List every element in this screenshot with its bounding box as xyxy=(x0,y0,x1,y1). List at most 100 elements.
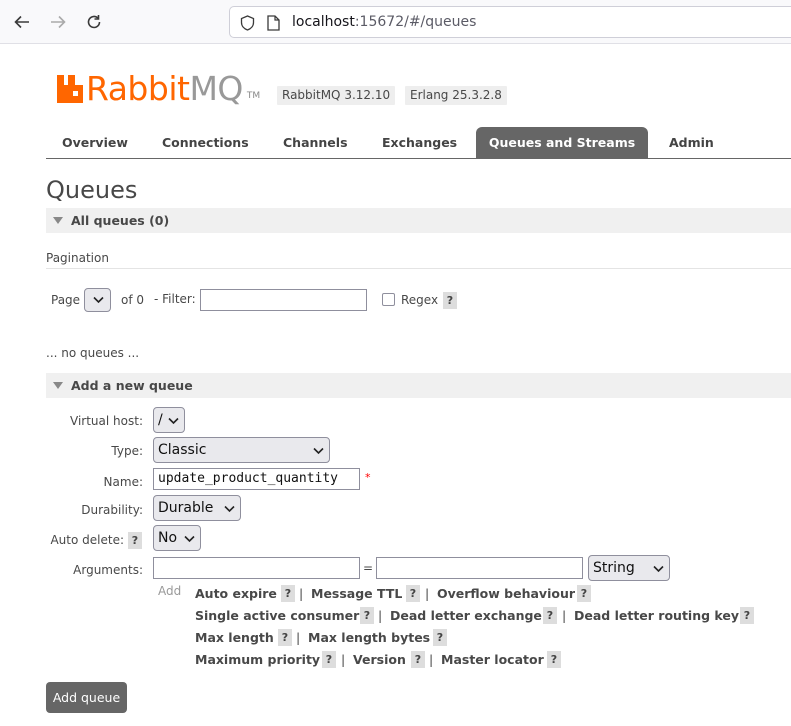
add-queue-section-toggle[interactable]: Add a new queue xyxy=(46,373,791,398)
argument-type-select[interactable]: String xyxy=(588,555,670,581)
collapse-triangle-icon xyxy=(53,382,63,389)
tab-queues-and-streams[interactable]: Queues and Streams xyxy=(476,127,648,158)
pagination-label: Pagination xyxy=(46,251,109,265)
tab-admin[interactable]: Admin xyxy=(654,127,729,158)
reload-icon xyxy=(87,15,101,29)
argument-value-input[interactable] xyxy=(376,557,583,579)
tab-exchanges[interactable]: Exchanges xyxy=(367,127,472,158)
rabbitmq-version-badge: RabbitMQ 3.12.10 xyxy=(277,86,396,105)
rabbit-logo-icon xyxy=(57,75,83,103)
arg-link-message-ttl[interactable]: Message TTL xyxy=(311,586,402,601)
dead-letter-exchange-help-button[interactable]: ? xyxy=(543,607,557,624)
master-locator-help-button[interactable]: ? xyxy=(547,651,561,668)
back-arrow-icon xyxy=(14,15,29,29)
collapse-triangle-icon xyxy=(53,217,63,224)
filter-input[interactable] xyxy=(200,289,367,311)
arg-link-maximum-priority[interactable]: Maximum priority xyxy=(195,652,320,667)
separator: | xyxy=(299,586,304,601)
tab-overview[interactable]: Overview xyxy=(47,127,143,158)
logo-wordmark: RabbitMQ xyxy=(86,72,243,105)
tab-connections[interactable]: Connections xyxy=(147,127,264,158)
auto-delete-help-button[interactable]: ? xyxy=(128,532,142,549)
separator: | xyxy=(429,652,434,667)
auto-delete-select[interactable]: No xyxy=(153,525,201,551)
required-mark: * xyxy=(365,471,371,484)
max-length-help-button[interactable]: ? xyxy=(278,629,292,646)
type-label: Type: xyxy=(111,444,143,458)
name-label: Name: xyxy=(103,475,143,489)
version-help-button[interactable]: ? xyxy=(411,651,425,668)
back-button[interactable] xyxy=(10,10,34,34)
single-active-consumer-help-button[interactable]: ? xyxy=(360,607,374,624)
max-length-bytes-help-button[interactable]: ? xyxy=(433,629,447,646)
add-queue-button[interactable]: Add queue xyxy=(46,682,127,713)
all-queues-section-toggle[interactable]: All queues (0) xyxy=(46,208,791,233)
type-select[interactable]: Classic xyxy=(153,437,330,463)
arg-link-auto-expire[interactable]: Auto expire xyxy=(195,586,277,601)
logo-rabbit-text: Rabbit xyxy=(86,69,190,108)
url-host: localhost xyxy=(292,14,355,30)
arguments-label: Arguments: xyxy=(73,563,143,577)
page-select[interactable] xyxy=(84,288,111,312)
filter-label: - Filter: xyxy=(154,292,196,306)
arg-link-max-length[interactable]: Max length xyxy=(195,630,274,645)
arg-link-single-active-consumer[interactable]: Single active consumer xyxy=(195,608,359,623)
regex-label: Regex xyxy=(401,293,439,307)
main-nav-tabs: Overview Connections Channels Exchanges … xyxy=(46,127,791,159)
argument-key-input[interactable] xyxy=(153,557,360,579)
chevron-down-icon xyxy=(93,296,104,304)
arg-link-overflow-behaviour[interactable]: Overflow behaviour xyxy=(437,586,575,601)
durability-label: Durability: xyxy=(81,503,143,517)
arg-link-dead-letter-routing-key[interactable]: Dead letter routing key xyxy=(574,608,739,623)
arg-link-max-length-bytes[interactable]: Max length bytes xyxy=(308,630,430,645)
auto-delete-label: Auto delete: xyxy=(50,533,124,547)
rabbitmq-logo[interactable]: RabbitMQ TM xyxy=(57,69,260,105)
browser-toolbar: localhost:15672/#/queues xyxy=(0,0,791,44)
regex-checkbox[interactable] xyxy=(382,293,395,306)
auto-delete-value: No xyxy=(158,530,178,546)
virtual-host-value: / xyxy=(158,412,163,428)
reload-button[interactable] xyxy=(82,10,106,34)
overflow-behaviour-help-button[interactable]: ? xyxy=(577,585,591,602)
page-of-label: of 0 xyxy=(121,293,145,307)
forward-button[interactable] xyxy=(46,10,70,34)
dead-letter-routing-key-help-button[interactable]: ? xyxy=(740,607,754,624)
separator: | xyxy=(562,608,567,623)
durability-value: Durable xyxy=(158,500,214,516)
chevron-down-icon xyxy=(184,535,195,543)
add-queue-header: Add a new queue xyxy=(71,378,193,393)
message-ttl-help-button[interactable]: ? xyxy=(406,585,420,602)
argument-equals: = xyxy=(363,561,374,575)
address-bar[interactable]: localhost:15672/#/queues xyxy=(229,6,791,38)
virtual-host-select[interactable]: / xyxy=(153,407,185,433)
erlang-version-badge: Erlang 25.3.2.8 xyxy=(405,86,507,105)
durability-select[interactable]: Durable xyxy=(153,495,241,521)
arg-link-dead-letter-exchange[interactable]: Dead letter exchange xyxy=(390,608,542,623)
logo-trademark: TM xyxy=(246,91,261,101)
arg-link-master-locator[interactable]: Master locator xyxy=(441,652,544,667)
chevron-down-icon xyxy=(313,447,324,455)
virtual-host-label: Virtual host: xyxy=(70,414,143,428)
chevron-down-icon xyxy=(224,505,235,513)
page-label: Page xyxy=(51,293,81,307)
argument-type-value: String xyxy=(593,560,635,576)
pagination-divider xyxy=(46,268,791,269)
forward-arrow-icon xyxy=(51,15,66,29)
logo-mq-text: MQ xyxy=(189,69,243,108)
page-icon xyxy=(267,15,280,31)
separator: | xyxy=(425,586,430,601)
auto-expire-help-button[interactable]: ? xyxy=(281,585,295,602)
regex-help-button[interactable]: ? xyxy=(443,292,457,309)
add-argument-label: Add xyxy=(158,584,182,598)
queue-name-input[interactable]: update_product_quantity xyxy=(153,468,360,490)
url-text: localhost:15672/#/queues xyxy=(292,14,476,30)
url-path: :15672/#/queues xyxy=(354,14,477,30)
arg-link-version[interactable]: Version xyxy=(353,652,406,667)
separator: | xyxy=(378,608,383,623)
no-queues-text: ... no queues ... xyxy=(46,346,140,360)
maximum-priority-help-button[interactable]: ? xyxy=(322,651,336,668)
shield-icon xyxy=(240,15,255,31)
tab-channels[interactable]: Channels xyxy=(268,127,363,158)
all-queues-header: All queues (0) xyxy=(71,213,170,228)
type-value: Classic xyxy=(158,442,207,458)
